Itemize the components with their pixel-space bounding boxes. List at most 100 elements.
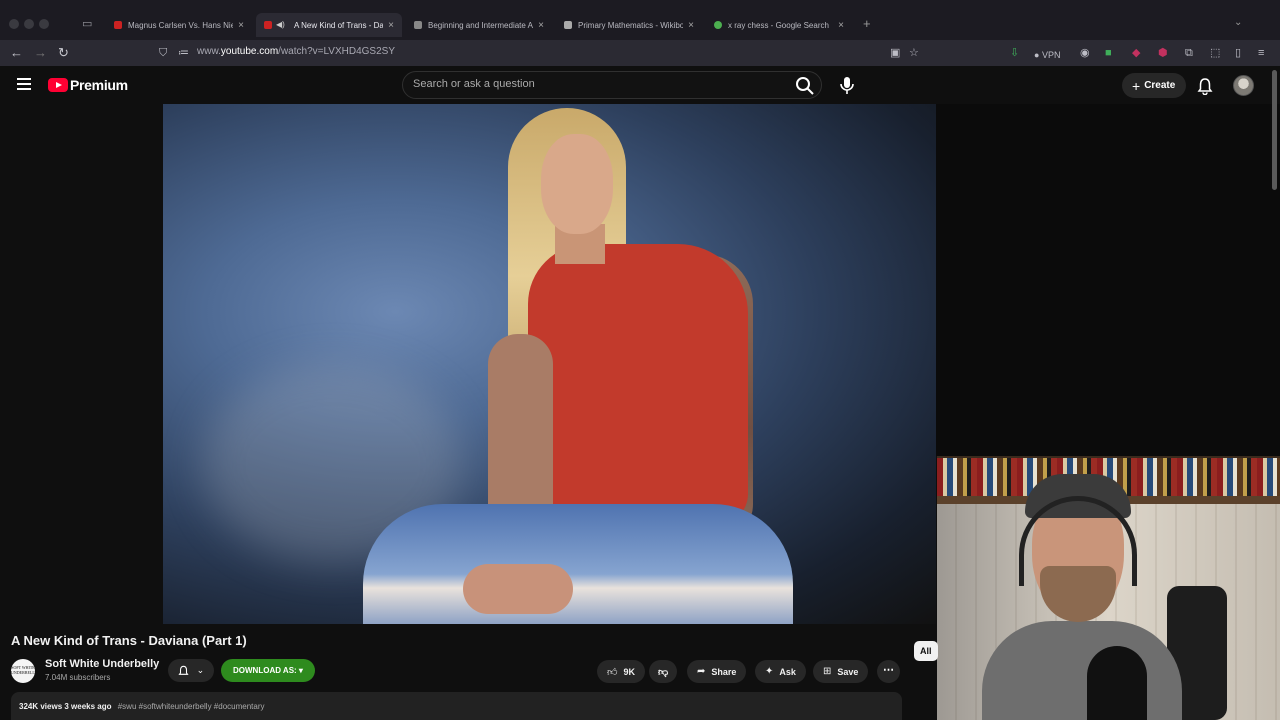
ask-button[interactable]: ✦ Ask	[755, 660, 806, 683]
tab-label: A New Kind of Trans - Davia	[294, 20, 384, 30]
dislike-button[interactable]: 👎︎	[649, 660, 678, 683]
site-settings-icon[interactable]: ≔	[178, 45, 189, 61]
webcam-overlay	[937, 456, 1280, 720]
document-favicon-icon	[414, 21, 422, 29]
url-path: /watch?v=LVXHD4GS2SY	[278, 46, 395, 57]
like-button[interactable]: 👍︎ 9K	[597, 660, 645, 683]
download-as-button[interactable]: DOWNLOAD AS: ▾	[221, 659, 315, 682]
wikibooks-favicon-icon	[564, 21, 572, 29]
vpn-label: VPN	[1041, 50, 1061, 60]
tab-label: Magnus Carlsen Vs. Hans Niem	[128, 20, 234, 30]
tab-close-icon[interactable]: ×	[388, 20, 394, 31]
bookmark-star-icon[interactable]: ☆	[909, 45, 919, 61]
search-icon[interactable]	[795, 76, 815, 96]
tab-list-chevron-icon[interactable]: ⌄	[1234, 17, 1242, 28]
hashtags[interactable]: #swu #softwhiteunderbelly #documentary	[118, 702, 265, 711]
tab-close-icon[interactable]: ×	[688, 20, 694, 31]
window-close-dot[interactable]	[9, 19, 19, 29]
browser-menu-icon[interactable]: ≡	[1258, 45, 1264, 61]
youtube-premium-wordmark[interactable]: Premium	[70, 77, 128, 93]
extension-green-icon[interactable]: ■	[1105, 45, 1112, 61]
views-and-date: 324K views 3 weeks ago	[19, 702, 112, 711]
search-box[interactable]	[402, 71, 822, 99]
tab-label: Primary Mathematics - Wikiboo	[578, 20, 684, 30]
google-favicon-icon	[714, 21, 722, 29]
subscription-bell-button[interactable]: ⌄	[168, 659, 214, 682]
bell-icon	[178, 665, 189, 675]
more-actions-icon[interactable]: ⋯	[877, 660, 900, 683]
youtube-logo-icon[interactable]	[48, 78, 68, 92]
reload-icon[interactable]: ↻	[58, 44, 69, 62]
microphone-icon[interactable]	[836, 73, 858, 97]
tab-label: Beginning and Intermediate Alg	[428, 20, 534, 30]
save-button[interactable]: ⊞ Save	[813, 660, 869, 683]
youtube-header: Premium + Create	[0, 66, 1280, 104]
theater-side-area	[936, 104, 1280, 456]
description-box[interactable]: 324K views 3 weeks ago #swu #softwhiteun…	[11, 692, 902, 720]
save-bookmark-icon: ⊞	[823, 666, 832, 677]
extensions-puzzle-icon[interactable]: ⬚	[1210, 45, 1220, 61]
video-player[interactable]	[163, 104, 936, 624]
tab-x-ray-chess-search[interactable]: x ray chess - Google Search ×	[706, 13, 852, 37]
guide-menu-icon[interactable]	[17, 78, 31, 90]
video-frame-ripped-jeans	[363, 504, 793, 624]
create-button[interactable]: + Create	[1122, 73, 1187, 98]
url-domain: youtube.com	[220, 46, 279, 57]
streamer-shirt	[982, 621, 1182, 720]
shield-icon[interactable]: ⛉	[159, 45, 167, 61]
save-label: Save	[837, 666, 859, 677]
page-scrollbar[interactable]	[1272, 70, 1277, 190]
download-icon[interactable]: ⇩	[1010, 45, 1019, 61]
plus-icon: +	[1132, 77, 1141, 94]
chevron-down-icon: ⌄	[196, 665, 205, 675]
tab-beginning-intermediate-algebra[interactable]: Beginning and Intermediate Alg ×	[406, 13, 552, 37]
thumbs-up-icon: 👍︎	[607, 666, 618, 678]
share-arrow-icon: ➦	[697, 666, 706, 677]
extension-red-icon[interactable]: ◆	[1132, 45, 1140, 61]
notifications-bell-icon[interactable]	[1197, 77, 1213, 95]
youtube-favicon-icon	[264, 21, 272, 29]
share-label: Share	[711, 666, 737, 677]
tab-close-icon[interactable]: ×	[538, 20, 544, 31]
video-frame-face	[541, 134, 613, 234]
account-avatar[interactable]	[1233, 75, 1254, 96]
tab-overview-icon[interactable]: ▭	[82, 17, 92, 30]
extension-abp-icon[interactable]: ⬢	[1158, 45, 1168, 61]
search-input[interactable]	[413, 78, 773, 90]
channel-name[interactable]: Soft White Underbelly	[45, 658, 159, 670]
sparkle-icon: ✦	[765, 666, 774, 677]
extension-screenshot-icon[interactable]: ⧉	[1185, 45, 1193, 61]
url-text[interactable]: www.youtube.com/watch?v=LVXHD4GS2SY	[197, 46, 395, 57]
tab-close-icon[interactable]: ×	[238, 20, 244, 31]
channel-avatar[interactable]: SOFT WHITE UNDERBELLY	[11, 659, 37, 683]
share-button[interactable]: ➦ Share	[687, 660, 747, 683]
tab-label: x ray chess - Google Search	[728, 20, 829, 30]
back-arrow-icon[interactable]: ←	[10, 44, 23, 62]
tab-close-icon[interactable]: ×	[838, 20, 844, 31]
picture-in-picture-icon[interactable]: ▣	[890, 45, 900, 61]
tab-primary-mathematics[interactable]: Primary Mathematics - Wikiboo ×	[556, 13, 702, 37]
forward-arrow-icon[interactable]: →	[34, 44, 47, 62]
tab-new-kind-of-trans[interactable]: ◀) A New Kind of Trans - Davia ×	[256, 13, 402, 37]
thumbs-down-icon: 👎︎	[658, 666, 669, 678]
video-frame-hands	[463, 564, 573, 614]
ask-label: Ask	[779, 666, 796, 677]
youtube-favicon-icon	[114, 21, 122, 29]
window-minimize-dot[interactable]	[24, 19, 34, 29]
video-frame-red-top	[528, 244, 748, 524]
microphone-stand	[1087, 646, 1147, 720]
sidebar-toggle-icon[interactable]: ▯	[1235, 45, 1241, 61]
extension-g-icon[interactable]: ◉	[1080, 45, 1090, 61]
browser-address-bar: ← → ↻ ⛉ ≔ www.youtube.com/watch?v=LVXHD4…	[0, 40, 1280, 66]
subscriber-count: 7.04M subscribers	[45, 673, 111, 682]
vpn-indicator[interactable]: ● VPN	[1034, 47, 1060, 63]
audio-playing-icon[interactable]: ◀)	[276, 20, 285, 29]
tab-magnus-carlsen[interactable]: Magnus Carlsen Vs. Hans Niem ×	[106, 13, 252, 37]
create-label: Create	[1144, 80, 1176, 91]
url-prefix: www.	[197, 46, 221, 57]
browser-tab-strip: ▭ Magnus Carlsen Vs. Hans Niem × ◀) A Ne…	[0, 0, 1280, 40]
window-zoom-dot[interactable]	[39, 19, 49, 29]
new-tab-icon[interactable]: +	[863, 16, 871, 31]
like-count: 9K	[623, 666, 635, 677]
filter-chip-all[interactable]: All	[914, 641, 938, 661]
